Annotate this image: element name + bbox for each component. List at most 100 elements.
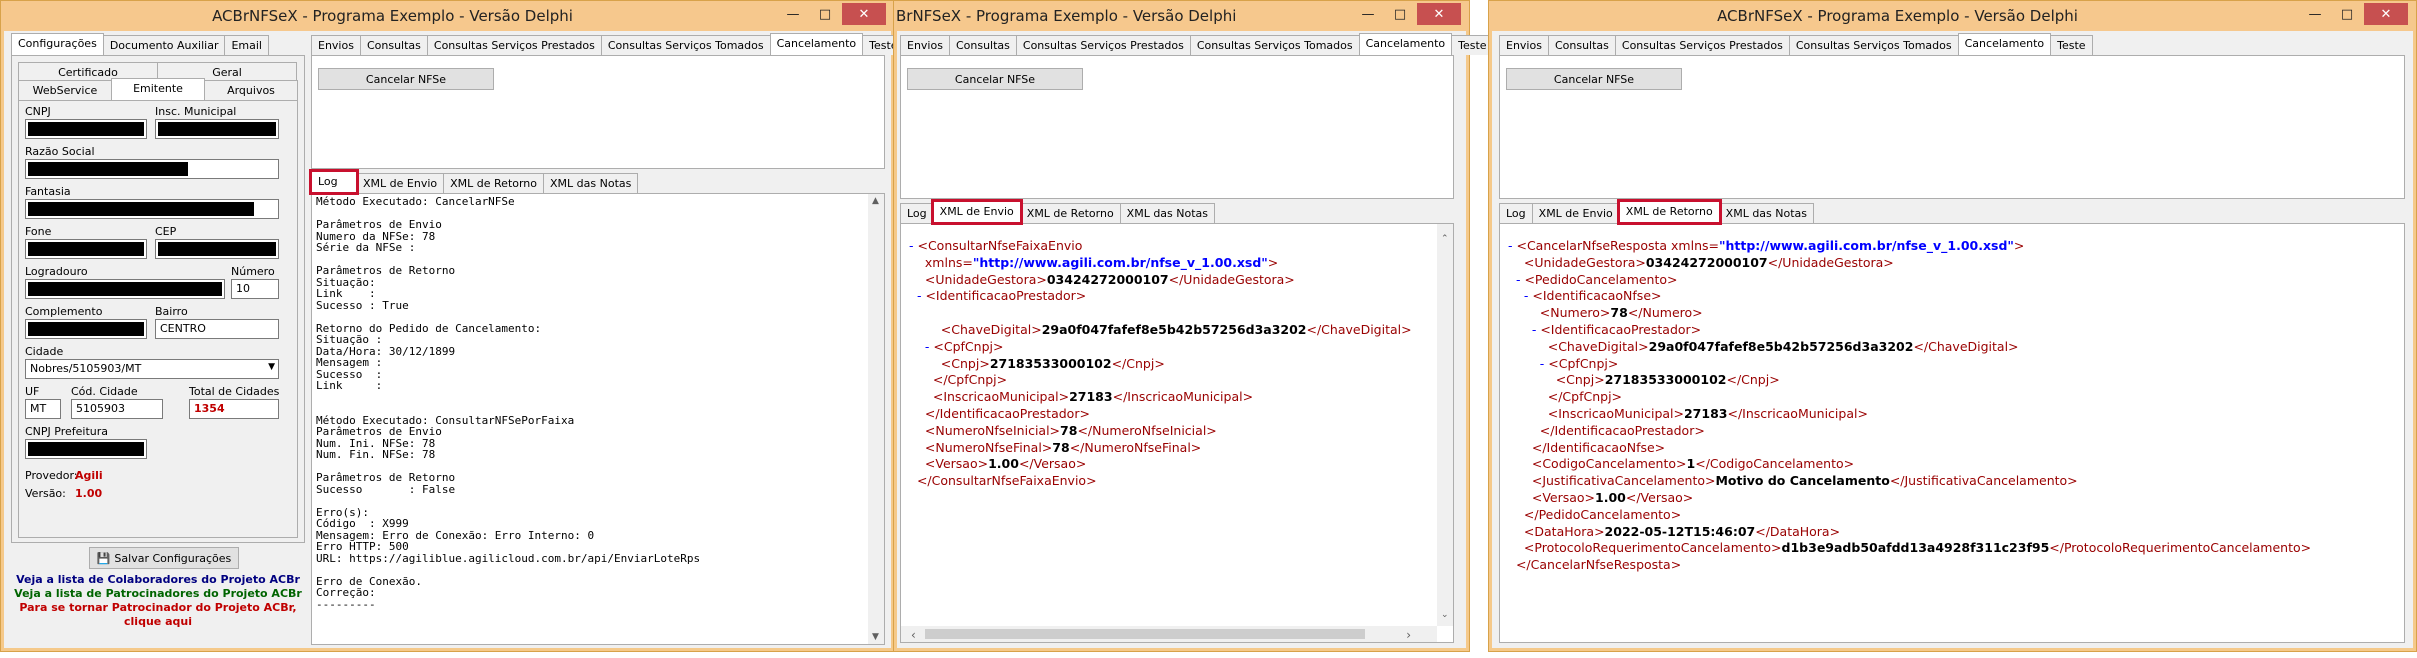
tab-teste[interactable]: Teste bbox=[2050, 35, 2093, 55]
tab-xml-notas[interactable]: XML das Notas bbox=[1119, 203, 1216, 223]
fone-input[interactable] bbox=[25, 239, 147, 259]
xml-tag: </Numero> bbox=[1627, 305, 1703, 321]
cancel-nfse-button[interactable]: Cancelar NFSe bbox=[1506, 68, 1682, 90]
tab-xml-notas[interactable]: XML das Notas bbox=[1718, 203, 1815, 223]
close-icon[interactable]: ✕ bbox=[842, 3, 886, 25]
link-patrocinadores[interactable]: Veja a lista de Patrocinadores do Projet… bbox=[11, 587, 305, 600]
tab-log[interactable]: Log bbox=[900, 203, 934, 223]
xml-vertical-scrollbar[interactable]: ⌃ ⌄ bbox=[1437, 224, 1453, 626]
tab-xml-retorno[interactable]: XML de Retorno bbox=[1019, 203, 1121, 223]
tab-xml-notas[interactable]: XML das Notas bbox=[543, 173, 639, 193]
complemento-input[interactable] bbox=[25, 319, 147, 339]
save-config-button[interactable]: 💾 Salvar Configurações bbox=[89, 547, 239, 569]
scroll-down-icon[interactable]: ⌄ bbox=[1441, 610, 1449, 620]
uf-label: UF bbox=[25, 385, 40, 398]
minimize-icon[interactable]: — bbox=[778, 3, 808, 25]
log-scrollbar[interactable]: ▲ ▼ bbox=[868, 194, 884, 644]
close-icon[interactable]: ✕ bbox=[2364, 3, 2408, 25]
tab-documento-auxiliar[interactable]: Documento Auxiliar bbox=[102, 35, 226, 55]
xml-tag: </CpfCnpj> bbox=[1547, 389, 1623, 405]
log-line: Parâmetros de Retorno bbox=[316, 471, 456, 484]
xml-tag: </PedidoCancelamento> bbox=[1523, 506, 1682, 522]
fantasia-input[interactable] bbox=[25, 199, 279, 219]
tab-envios[interactable]: Envios bbox=[900, 35, 950, 55]
cancelamento-panel: Cancelar NFSe bbox=[900, 55, 1454, 199]
bairro-input[interactable]: CENTRO bbox=[155, 319, 279, 339]
tab-log[interactable]: Log bbox=[1499, 203, 1533, 223]
tab-envios[interactable]: Envios bbox=[1499, 35, 1549, 55]
xml-tag: <ConsultarNfseFaixaEnvio bbox=[917, 238, 1083, 253]
tab-consultas[interactable]: Consultas bbox=[359, 35, 428, 55]
razao-social-input[interactable] bbox=[25, 159, 279, 179]
minimize-icon[interactable]: — bbox=[2300, 3, 2330, 25]
xml-tag: <ProtocoloRequerimentoCancelamento> bbox=[1523, 540, 1782, 556]
collapse-icon[interactable]: - bbox=[1540, 356, 1548, 371]
scroll-up-icon[interactable]: ▲ bbox=[872, 196, 879, 206]
close-icon[interactable]: ✕ bbox=[1417, 3, 1461, 25]
scroll-left-icon[interactable]: ‹ bbox=[911, 628, 916, 642]
scroll-right-icon[interactable]: › bbox=[1406, 628, 1411, 642]
tab-webservice[interactable]: WebService bbox=[18, 80, 112, 100]
tab-emitente[interactable]: Emitente bbox=[111, 78, 205, 100]
cnpj-input[interactable] bbox=[25, 119, 147, 139]
cancel-nfse-button[interactable]: Cancelar NFSe bbox=[907, 68, 1083, 90]
xml-value: 1.00 bbox=[988, 456, 1019, 472]
log-text: Método Executado: CancelarNFSe Parâmetro… bbox=[316, 196, 700, 610]
tab-xml-retorno[interactable]: XML de Retorno bbox=[443, 173, 545, 193]
link-clique-aqui[interactable]: clique aqui bbox=[11, 615, 305, 628]
tab-configuracoes[interactable]: Configurações bbox=[11, 33, 104, 55]
tab-consultas-tomados[interactable]: Consultas Serviços Tomados bbox=[1788, 35, 1959, 55]
xml-horizontal-scrollbar[interactable]: ‹ › bbox=[901, 626, 1437, 642]
maximize-icon[interactable]: □ bbox=[810, 3, 840, 25]
log-line: Parâmetros de Retorno bbox=[316, 264, 456, 277]
window-xml-envio: BrNFSeX - Programa Exemplo - Versão Delp… bbox=[893, 0, 1494, 652]
minimize-icon[interactable]: — bbox=[1353, 3, 1383, 25]
tab-log[interactable]: Log bbox=[309, 169, 359, 195]
log-line: Erro HTTP: 500 bbox=[316, 540, 409, 553]
tab-consultas-tomados[interactable]: Consultas Serviços Tomados bbox=[1189, 35, 1360, 55]
xml-tag: <Cnpj> bbox=[940, 355, 990, 371]
tab-cancelamento[interactable]: Cancelamento bbox=[769, 33, 864, 55]
tab-xml-envio[interactable]: XML de Envio bbox=[930, 199, 1023, 225]
link-tornar-patrocinador[interactable]: Para se tornar Patrocinador do Projeto A… bbox=[11, 601, 305, 614]
cnpj-prefeitura-input[interactable] bbox=[25, 439, 147, 459]
tab-cancelamento[interactable]: Cancelamento bbox=[1957, 33, 2052, 55]
tab-consultas-prestados[interactable]: Consultas Serviços Prestados bbox=[1614, 35, 1790, 55]
cep-input[interactable] bbox=[155, 239, 279, 259]
scroll-down-icon[interactable]: ▼ bbox=[872, 632, 879, 642]
numero-input[interactable]: 10 bbox=[231, 279, 279, 299]
logradouro-input[interactable] bbox=[25, 279, 225, 299]
tab-consultas-prestados[interactable]: Consultas Serviços Prestados bbox=[1015, 35, 1191, 55]
tab-consultas-tomados[interactable]: Consultas Serviços Tomados bbox=[600, 35, 771, 55]
cancel-nfse-button[interactable]: Cancelar NFSe bbox=[318, 68, 494, 90]
redacted-block bbox=[28, 322, 144, 336]
maximize-icon[interactable]: □ bbox=[2332, 3, 2362, 25]
cod-cidade-input[interactable]: 5105903 bbox=[71, 399, 163, 419]
tab-xml-retorno[interactable]: XML de Retorno bbox=[1616, 199, 1722, 225]
tab-arquivos[interactable]: Arquivos bbox=[204, 80, 298, 100]
scroll-up-icon[interactable]: ⌃ bbox=[1441, 234, 1449, 244]
fone-label: Fone bbox=[25, 225, 52, 238]
tab-xml-envio[interactable]: XML de Envio bbox=[1531, 203, 1620, 223]
xml-value: 78 bbox=[1052, 439, 1070, 455]
xml-tag: </UnidadeGestora> bbox=[1168, 271, 1295, 287]
tab-consultas[interactable]: Consultas bbox=[948, 35, 1017, 55]
xml-tag: <Cnpj> bbox=[1555, 372, 1605, 388]
total-cidades-input[interactable]: 1354 bbox=[189, 399, 279, 419]
insc-municipal-input[interactable] bbox=[155, 119, 279, 139]
tab-envios[interactable]: Envios bbox=[311, 35, 361, 55]
link-colaboradores[interactable]: Veja a lista de Colaboradores do Projeto… bbox=[11, 573, 305, 586]
scroll-thumb[interactable] bbox=[925, 629, 1365, 639]
tab-cancelamento[interactable]: Cancelamento bbox=[1358, 33, 1453, 55]
tab-consultas-prestados[interactable]: Consultas Serviços Prestados bbox=[426, 35, 602, 55]
redacted-block bbox=[28, 442, 144, 456]
cidade-select[interactable]: Nobres/5105903/MT ▼ bbox=[25, 359, 279, 379]
xml-tag: </DataHora> bbox=[1755, 523, 1841, 539]
xml-tag: </UnidadeGestora> bbox=[1767, 254, 1894, 270]
uf-input[interactable]: MT bbox=[25, 399, 61, 419]
tab-consultas[interactable]: Consultas bbox=[1547, 35, 1616, 55]
maximize-icon[interactable]: □ bbox=[1385, 3, 1415, 25]
tab-xml-envio[interactable]: XML de Envio bbox=[356, 173, 445, 193]
tab-email[interactable]: Email bbox=[224, 35, 269, 55]
